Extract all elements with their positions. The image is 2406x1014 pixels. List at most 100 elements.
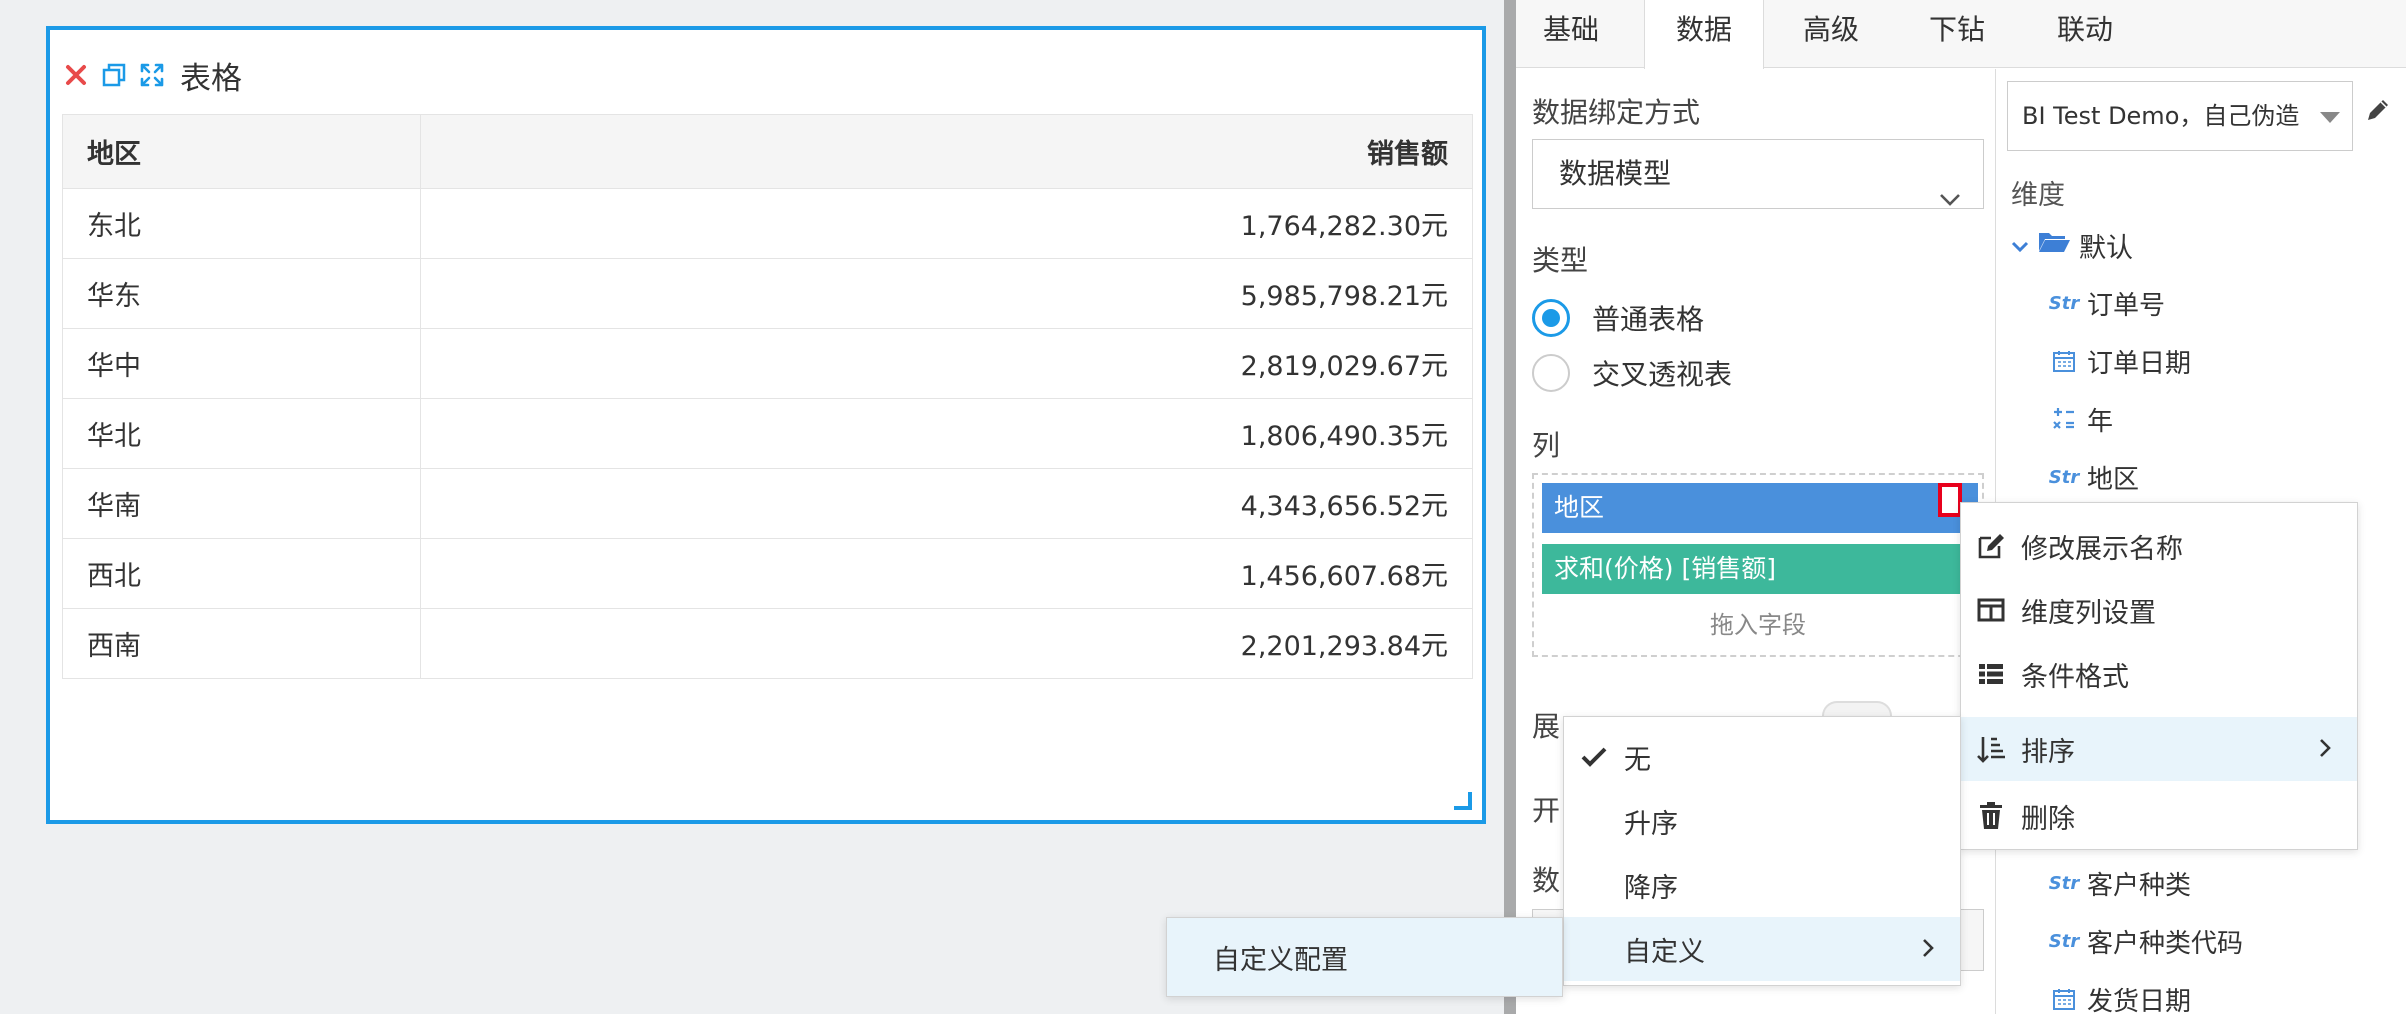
dimension-chip-region[interactable]: 地区	[1542, 483, 1978, 533]
menu-item-rename[interactable]: 修改展示名称	[1961, 519, 2357, 573]
table-row: 华南 4,343,656.52元	[62, 468, 1474, 539]
copy-icon[interactable]	[100, 61, 128, 89]
aggregate-label-partial: 展	[1532, 710, 1561, 743]
region-cell: 华南	[62, 468, 421, 539]
widget-title: 表格	[180, 60, 242, 97]
binding-label: 数据绑定方式	[1532, 96, 1701, 129]
region-cell: 华东	[62, 258, 421, 329]
menu-item-label: 自定义	[1624, 936, 1705, 968]
string-type-icon: Str	[2048, 872, 2080, 894]
region-cell: 华北	[62, 398, 421, 469]
close-icon[interactable]	[62, 61, 90, 89]
table-row: 华北 1,806,490.35元	[62, 398, 1474, 469]
field-label: 客户种类代码	[2087, 928, 2244, 959]
menu-item-label: 维度列设置	[2021, 597, 2156, 629]
field-item[interactable]: 订单日期	[2047, 341, 2191, 381]
tab-linkage[interactable]: 联动	[2020, 0, 2150, 68]
sort-option-none[interactable]: 无	[1564, 729, 1960, 785]
sales-cell: 1,456,607.68元	[419, 538, 1474, 609]
table-row: 西南 2,201,293.84元	[62, 608, 1474, 679]
fullscreen-icon[interactable]	[138, 61, 166, 89]
menu-item-label: 修改展示名称	[2021, 533, 2183, 565]
menu-item-conditional-format[interactable]: 条件格式	[1961, 647, 2357, 701]
chip-label: 地区	[1554, 493, 1605, 522]
pencil-icon[interactable]	[2363, 95, 2393, 129]
widget-header: 表格	[62, 52, 242, 98]
option-label-partial: 开	[1532, 794, 1561, 827]
calendar-icon	[2047, 987, 2081, 1011]
list-icon	[1961, 662, 2021, 686]
dataset-select[interactable]: BI Test Demo，自己伪造	[2007, 81, 2353, 151]
chevron-down-icon	[1939, 164, 1961, 232]
data-table: 地区 销售额 东北 1,764,282.30元 华东 5,985,798.21元 华…	[62, 114, 1474, 679]
chevron-down-icon	[2011, 230, 2029, 261]
chevron-right-icon	[1922, 934, 1934, 965]
region-cell: 华中	[62, 328, 421, 399]
region-cell: 西南	[62, 608, 421, 679]
table-row: 华中 2,819,029.67元	[62, 328, 1474, 399]
sort-amount-icon	[1961, 735, 2021, 763]
field-item[interactable]: Str 订单号	[2047, 283, 2165, 323]
field-item[interactable]: Str 地区	[2047, 457, 2139, 497]
chip-menu-button[interactable]	[1938, 483, 1962, 517]
trash-icon	[1961, 802, 2021, 830]
field-item[interactable]: 发货日期	[2047, 979, 2191, 1014]
panel-splitter[interactable]	[1504, 0, 1516, 1014]
menu-item-delete[interactable]: 删除	[1961, 789, 2357, 843]
sort-option-descending[interactable]: 降序	[1564, 857, 1960, 913]
option-label-partial: 数	[1532, 864, 1561, 897]
sort-option-ascending[interactable]: 升序	[1564, 793, 1960, 849]
field-label: 订单号	[2087, 290, 2166, 321]
tab-advanced[interactable]: 高级	[1768, 0, 1894, 68]
field-label: 订单日期	[2087, 348, 2192, 379]
folder-default[interactable]: 默认	[2011, 226, 2133, 265]
tab-data[interactable]: 数据	[1644, 0, 1764, 69]
tab-basic[interactable]: 基础	[1516, 0, 1626, 68]
region-cell: 东北	[62, 188, 421, 259]
sales-cell: 2,201,293.84元	[419, 608, 1474, 679]
menu-item-label: 排序	[2021, 736, 2075, 768]
radio-selected-icon	[1532, 299, 1570, 337]
chip-context-menu: 修改展示名称 维度列设置 条件格式 排序 删除	[1960, 502, 2358, 850]
column-header-sales[interactable]: 销售额	[419, 114, 1474, 189]
columns-icon	[1961, 598, 2021, 622]
custom-config-item[interactable]: 自定义配置	[1167, 918, 1562, 996]
caret-down-icon	[2320, 112, 2340, 123]
binding-select[interactable]: 数据模型	[1532, 139, 1984, 209]
field-item[interactable]: 年	[2047, 399, 2113, 439]
columns-drop-zone[interactable]: 地区 求和(价格) [销售额] 拖入字段	[1532, 473, 1984, 657]
sales-cell: 1,806,490.35元	[419, 398, 1474, 469]
menu-item-label: 降序	[1624, 872, 1678, 904]
menu-item-dimension-settings[interactable]: 维度列设置	[1961, 583, 2357, 637]
radio-normal-table[interactable]: 普通表格	[1532, 298, 1704, 338]
drop-field-hint: 拖入字段	[1710, 611, 1806, 639]
table-header-row: 地区 销售额	[62, 114, 1474, 189]
field-item[interactable]: Str 客户种类代码	[2047, 921, 2243, 961]
menu-item-label: 升序	[1624, 808, 1678, 840]
number-type-icon	[2047, 406, 2081, 432]
column-header-region[interactable]: 地区	[62, 114, 421, 189]
sales-cell: 5,985,798.21元	[419, 258, 1474, 329]
measure-chip-sales[interactable]: 求和(价格) [销售额]	[1542, 544, 1978, 594]
table-widget[interactable]: 表格 地区 销售额 东北 1,764,282.30元 华东 5,985,798.21…	[46, 26, 1486, 824]
resize-handle[interactable]	[1454, 792, 1472, 810]
radio-pivot-table[interactable]: 交叉透视表	[1532, 353, 1732, 393]
chip-label: 求和(价格) [销售额]	[1554, 554, 1776, 583]
custom-sort-submenu: 自定义配置	[1166, 917, 1563, 997]
field-item[interactable]: Str 客户种类	[2047, 863, 2191, 903]
check-icon	[1564, 747, 1624, 767]
string-type-icon: Str	[2048, 292, 2080, 314]
sort-option-custom[interactable]: 自定义	[1564, 917, 1960, 981]
radio-unselected-icon	[1532, 354, 1570, 392]
menu-item-label: 无	[1624, 744, 1651, 776]
menu-item-label: 删除	[2021, 803, 2075, 835]
field-label: 年	[2087, 406, 2114, 437]
sales-cell: 4,343,656.52元	[419, 468, 1474, 539]
type-label: 类型	[1532, 244, 1589, 277]
field-label: 地区	[2087, 464, 2140, 495]
tab-drilldown[interactable]: 下钻	[1894, 0, 2020, 68]
dimension-title: 维度	[2011, 180, 2065, 211]
tab-bar: 基础 数据 高级 下钻 联动	[1516, 0, 2406, 69]
menu-item-sort[interactable]: 排序	[1961, 717, 2357, 781]
field-label: 发货日期	[2087, 986, 2192, 1014]
